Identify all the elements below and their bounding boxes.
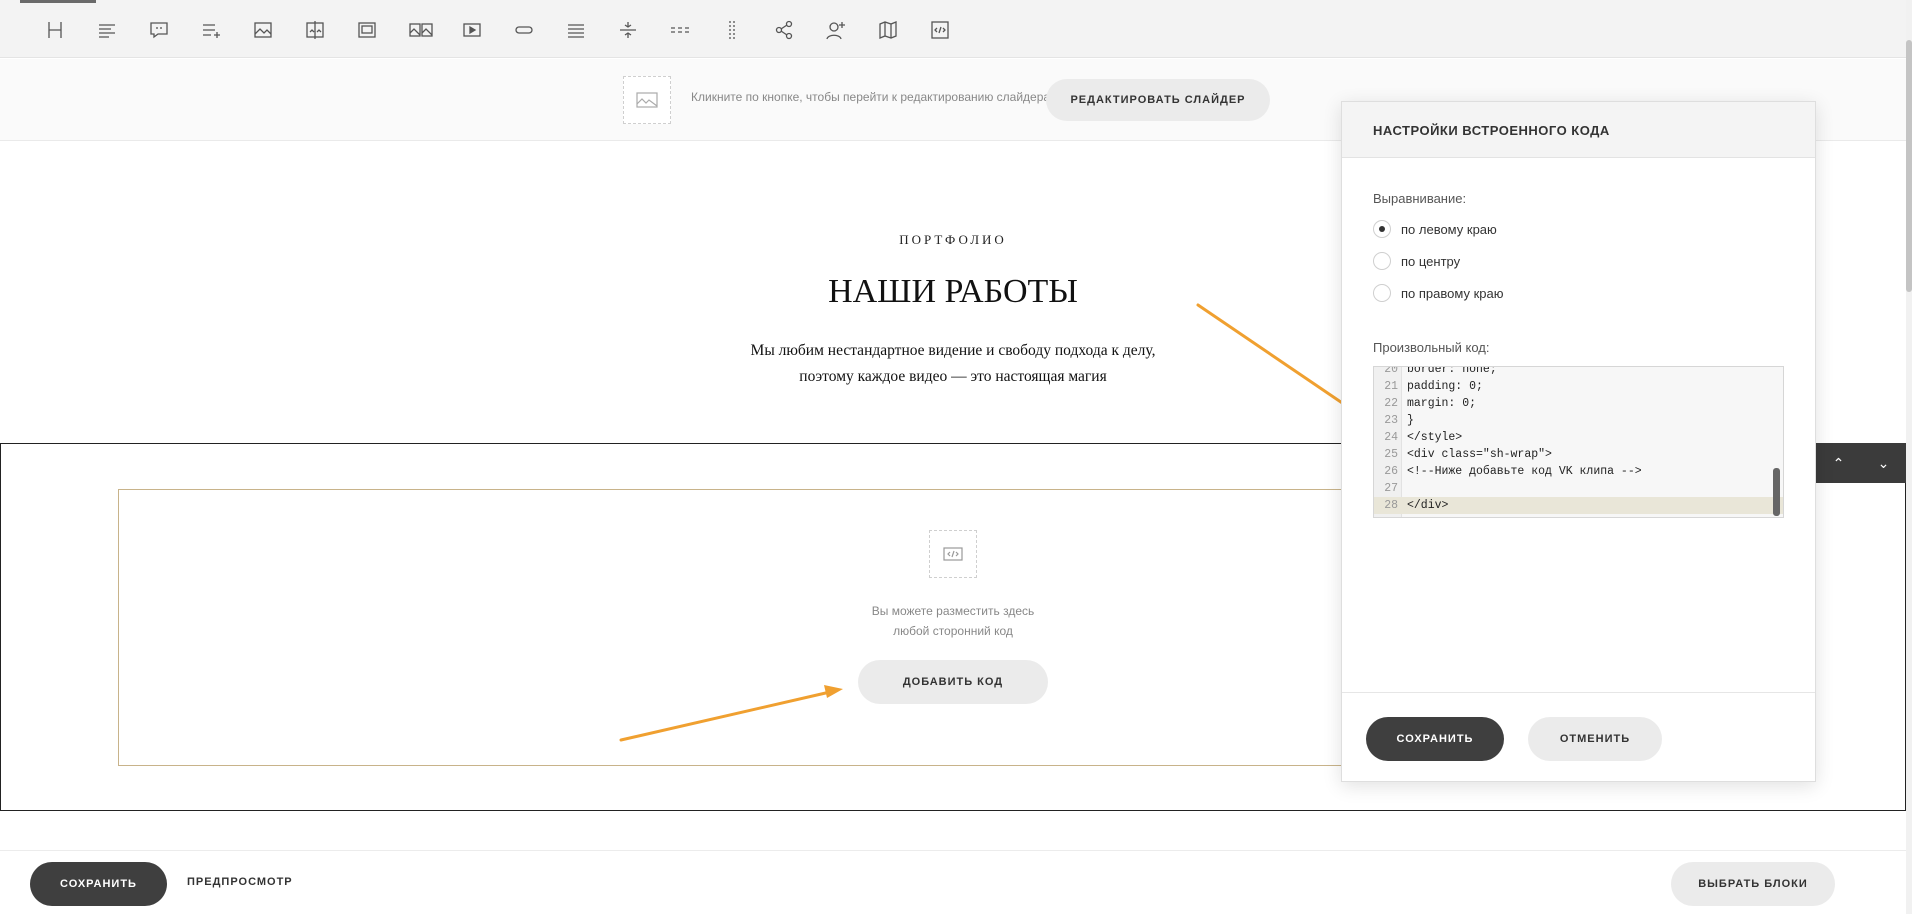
- option-label: по правому краю: [1401, 285, 1504, 301]
- divider-icon[interactable]: [615, 17, 641, 43]
- heading-icon[interactable]: [42, 17, 68, 43]
- code-icon[interactable]: [927, 17, 953, 43]
- panel-header: НАСТРОЙКИ ВСТРОЕННОГО КОДА: [1342, 102, 1815, 158]
- edit-slider-button[interactable]: РЕДАКТИРОВАТЬ СЛАЙДЕР: [1046, 79, 1270, 121]
- share-icon[interactable]: [771, 17, 797, 43]
- image-icon[interactable]: [250, 17, 276, 43]
- option-label: по левому краю: [1401, 221, 1497, 237]
- option-label: по центру: [1401, 253, 1461, 269]
- code-label: Произвольный код:: [1373, 340, 1490, 355]
- embed-settings-panel: НАСТРОЙКИ ВСТРОЕННОГО КОДА Выравнивание:…: [1341, 101, 1816, 782]
- video-icon[interactable]: [459, 17, 485, 43]
- code-line: 24 </style>: [1384, 431, 1463, 444]
- preview-button[interactable]: ПРЕДПРОСМОТР: [187, 876, 293, 888]
- code-line-current: 28 </div>: [1374, 497, 1783, 514]
- code-icon: [943, 547, 963, 561]
- code-lines: 20 border: none; 21 padding: 0; 22 margin: …: [1374, 366, 1783, 514]
- align-right-option[interactable]: по правому краю: [1373, 284, 1503, 302]
- embed-hint: Вы можете разместить здесь любой сторонн…: [853, 601, 1053, 641]
- panel-footer-divider: [1342, 692, 1815, 693]
- code-scrollbar[interactable]: [1773, 468, 1780, 516]
- add-code-button[interactable]: ДОБАВИТЬ КОД: [858, 660, 1048, 704]
- code-line: 25 <div class="sh-wrap">: [1384, 448, 1552, 461]
- map-icon[interactable]: [875, 17, 901, 43]
- align-center-option[interactable]: по центру: [1373, 252, 1460, 270]
- page-editor: Кликните по кнопке, чтобы перейти к реда…: [0, 0, 1912, 914]
- active-indicator: [20, 0, 96, 3]
- spacer-icon[interactable]: [719, 17, 745, 43]
- code-line: 20 border: none;: [1384, 366, 1497, 376]
- block-toolbar: [0, 0, 1906, 58]
- embed-hint-line: Вы можете разместить здесь: [871, 604, 1035, 618]
- move-up-icon[interactable]: ⌃: [1833, 455, 1845, 472]
- save-button[interactable]: СОХРАНИТЬ: [30, 862, 167, 906]
- panel-cancel-button[interactable]: ОТМЕНИТЬ: [1528, 717, 1662, 761]
- embed-hint-line: любой сторонний код: [893, 624, 1013, 638]
- code-editor[interactable]: 20 border: none; 21 padding: 0; 22 margin: …: [1373, 366, 1784, 518]
- panel-title: НАСТРОЙКИ ВСТРОЕННОГО КОДА: [1373, 123, 1610, 138]
- text-icon[interactable]: [94, 17, 120, 43]
- radio-icon[interactable]: [1373, 252, 1391, 270]
- slider-hint: Кликните по кнопке, чтобы перейти к реда…: [691, 90, 1051, 104]
- rows-icon[interactable]: [563, 17, 589, 43]
- scrollbar-thumb[interactable]: [1906, 40, 1912, 292]
- code-line: 27: [1384, 482, 1398, 495]
- embed-placeholder: [929, 530, 977, 578]
- add-user-icon[interactable]: [823, 17, 849, 43]
- block-move-controls: ⌃ ⌄: [1816, 443, 1906, 483]
- radio-icon[interactable]: [1373, 284, 1391, 302]
- quote-icon[interactable]: [146, 17, 172, 43]
- code-line: 23}: [1384, 414, 1414, 427]
- image-placeholder-icon: [636, 92, 658, 108]
- slider-preview: [623, 76, 671, 124]
- code-line: 21 padding: 0;: [1384, 380, 1483, 393]
- align-left-option[interactable]: по левому краю: [1373, 220, 1497, 238]
- image-text-icon[interactable]: [354, 17, 380, 43]
- move-down-icon[interactable]: ⌄: [1878, 455, 1890, 472]
- choose-blocks-button[interactable]: ВЫБРАТЬ БЛОКИ: [1671, 862, 1835, 906]
- compare-icon[interactable]: [302, 17, 328, 43]
- page-scrollbar[interactable]: [1906, 0, 1912, 914]
- dashed-line-icon[interactable]: [667, 17, 693, 43]
- radio-checked-icon[interactable]: [1373, 220, 1391, 238]
- align-label: Выравнивание:: [1373, 191, 1467, 206]
- code-line: 26 <!--Ниже добавьте код VK клипа -->: [1384, 465, 1642, 478]
- code-line: 22 margin: 0;: [1384, 397, 1477, 410]
- panel-save-button[interactable]: СОХРАНИТЬ: [1366, 717, 1504, 761]
- gallery-icon[interactable]: [406, 17, 436, 43]
- list-add-icon[interactable]: [198, 17, 224, 43]
- button-icon[interactable]: [511, 17, 537, 43]
